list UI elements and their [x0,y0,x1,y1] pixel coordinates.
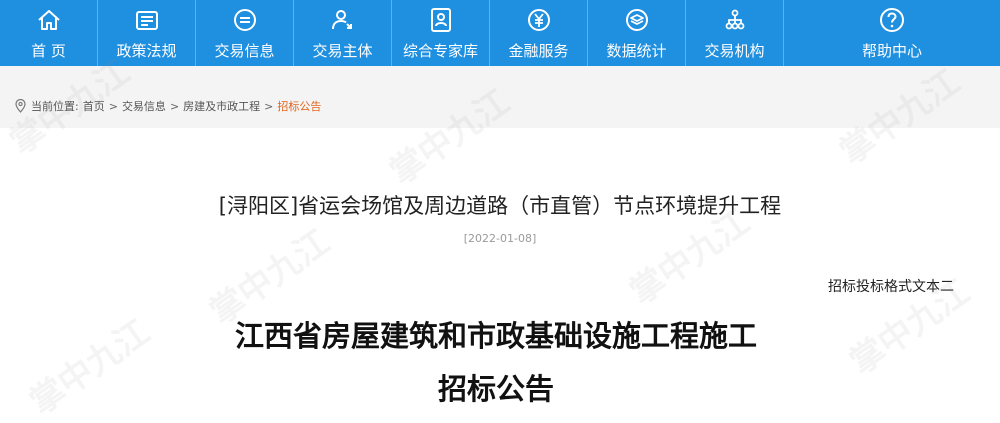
location-pin-icon [15,99,26,113]
nav-item-home[interactable]: 首 页 [0,0,98,66]
nav-item-finance[interactable]: 金融服务 [490,0,588,66]
breadcrumb-prefix: 当前位置: [31,100,79,113]
nav-label: 数据统计 [606,42,667,60]
nav-label: 交易机构 [704,42,765,60]
document-heading-subtitle: 招标公告 [437,372,554,406]
expert-icon [427,6,455,34]
nav-label: 综合专家库 [402,42,478,60]
nav-item-trade-info[interactable]: 交易信息 [196,0,294,66]
breadcrumb-separator: > [169,99,180,113]
nav-label: 帮助中心 [861,42,922,60]
breadcrumb-current[interactable]: 招标公告 [277,98,321,114]
exchange-icon [231,6,259,34]
breadcrumb-separator: > [108,99,118,113]
user-icon [329,6,357,34]
nav-label: 政策法规 [116,42,177,60]
breadcrumb: 当前位置: 首页 > 交易信息 > 房建及市政工程 > 招标公告 [14,98,321,114]
top-navbar: 首 页 政策法规 交易信息 交易主体 综合专家库 金融服务 数据统计 交易机构 … [0,0,1000,66]
document-icon [133,6,161,34]
format-note: 招标投标格式文本二 [828,279,954,295]
nav-label: 金融服务 [508,42,569,60]
breadcrumb-bar: 当前位置: 首页 > 交易信息 > 房建及市政工程 > 招标公告 [0,66,1000,128]
article-date: [2022-01-08] [463,232,537,245]
article-content: [浔阳区]省运会场馆及周边道路（市直管）节点环境提升工程 [2022-01-08… [8,128,992,423]
help-icon [878,6,906,34]
nav-label: 交易信息 [214,42,275,60]
org-icon [721,6,749,34]
breadcrumb-separator: > [264,99,274,113]
yuan-icon [525,6,553,34]
home-icon [35,6,63,34]
nav-label: 首 页 [31,42,66,60]
breadcrumb-link-home[interactable]: 首页 [83,98,105,114]
nav-item-trade-subject[interactable]: 交易主体 [294,0,392,66]
nav-label: 交易主体 [312,42,373,60]
nav-item-policy[interactable]: 政策法规 [98,0,196,66]
breadcrumb-link-construction[interactable]: 房建及市政工程 [183,98,260,114]
nav-item-help[interactable]: 帮助中心 [784,0,1000,66]
document-heading: 江西省房屋建筑和市政基础设施工程施工 [234,319,757,353]
nav-item-statistics[interactable]: 数据统计 [588,0,686,66]
nav-item-expert-library[interactable]: 综合专家库 [392,0,490,66]
breadcrumb-link-trade-info[interactable]: 交易信息 [122,98,166,114]
article-title: [浔阳区]省运会场馆及周边道路（市直管）节点环境提升工程 [218,194,782,218]
layers-icon [623,6,651,34]
nav-item-institutions[interactable]: 交易机构 [686,0,784,66]
